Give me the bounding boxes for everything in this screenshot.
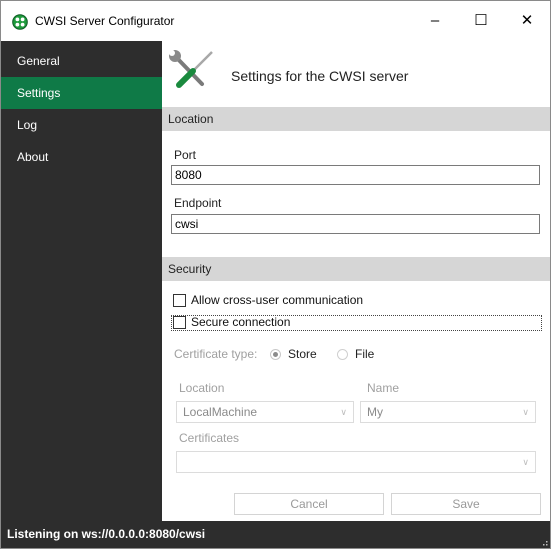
chevron-down-icon: ∨ xyxy=(522,457,529,467)
certificates-label: Certificates xyxy=(179,431,240,445)
port-label: Port xyxy=(174,148,197,162)
chevron-down-icon: ∨ xyxy=(340,407,347,417)
close-button[interactable]: ✕ xyxy=(504,1,550,41)
app-window: CWSI Server Configurator – ☐ ✕ General S… xyxy=(0,0,551,549)
certificates-dropdown[interactable]: ∨ xyxy=(176,451,536,473)
page-title: Settings for the CWSI server xyxy=(231,68,409,84)
store-radio[interactable] xyxy=(270,349,281,360)
title-bar[interactable]: CWSI Server Configurator – ☐ ✕ xyxy=(1,1,550,41)
window-title: CWSI Server Configurator xyxy=(35,14,175,28)
app-logo-icon xyxy=(12,14,28,30)
cert-location-dropdown[interactable]: LocalMachine ∨ xyxy=(176,401,354,423)
section-header-security: Security xyxy=(162,257,550,281)
allow-cross-user-label: Allow cross-user communication xyxy=(191,293,364,307)
checkbox-box[interactable] xyxy=(173,316,186,329)
status-text: Listening on ws://0.0.0.0:8080/cwsi xyxy=(7,527,206,541)
wrench-screwdriver-icon xyxy=(169,50,213,88)
sidebar-item-settings[interactable]: Settings xyxy=(1,77,162,109)
store-radio-label: Store xyxy=(288,347,317,361)
maximize-button[interactable]: ☐ xyxy=(458,1,504,41)
port-input[interactable] xyxy=(171,165,540,185)
sidebar: General Settings Log About xyxy=(1,41,162,521)
endpoint-label: Endpoint xyxy=(174,196,222,210)
sidebar-item-about[interactable]: About xyxy=(1,141,162,173)
cancel-button[interactable]: Cancel xyxy=(234,493,384,515)
cert-location-label: Location xyxy=(179,381,225,395)
checkbox-box[interactable] xyxy=(173,294,186,307)
cert-name-label: Name xyxy=(367,381,400,395)
sidebar-item-log[interactable]: Log xyxy=(1,109,162,141)
file-radio[interactable] xyxy=(337,349,348,360)
cert-name-dropdown[interactable]: My ∨ xyxy=(360,401,536,423)
cert-name-value: My xyxy=(367,405,383,419)
secure-connection-label: Secure connection xyxy=(191,315,291,329)
section-header-location: Location xyxy=(162,107,550,131)
settings-panel: Settings for the CWSI server Location Po… xyxy=(162,41,550,521)
status-bar: Listening on ws://0.0.0.0:8080/cwsi xyxy=(1,521,550,548)
chevron-down-icon: ∨ xyxy=(522,407,529,417)
file-radio-label: File xyxy=(355,347,375,361)
endpoint-input[interactable] xyxy=(171,214,540,234)
resize-grip-icon[interactable] xyxy=(540,538,548,546)
cert-location-value: LocalMachine xyxy=(183,405,258,419)
certificate-type-label: Certificate type: xyxy=(174,347,258,361)
sidebar-item-general[interactable]: General xyxy=(1,45,162,77)
save-button[interactable]: Save xyxy=(391,493,541,515)
minimize-button[interactable]: – xyxy=(412,1,458,41)
